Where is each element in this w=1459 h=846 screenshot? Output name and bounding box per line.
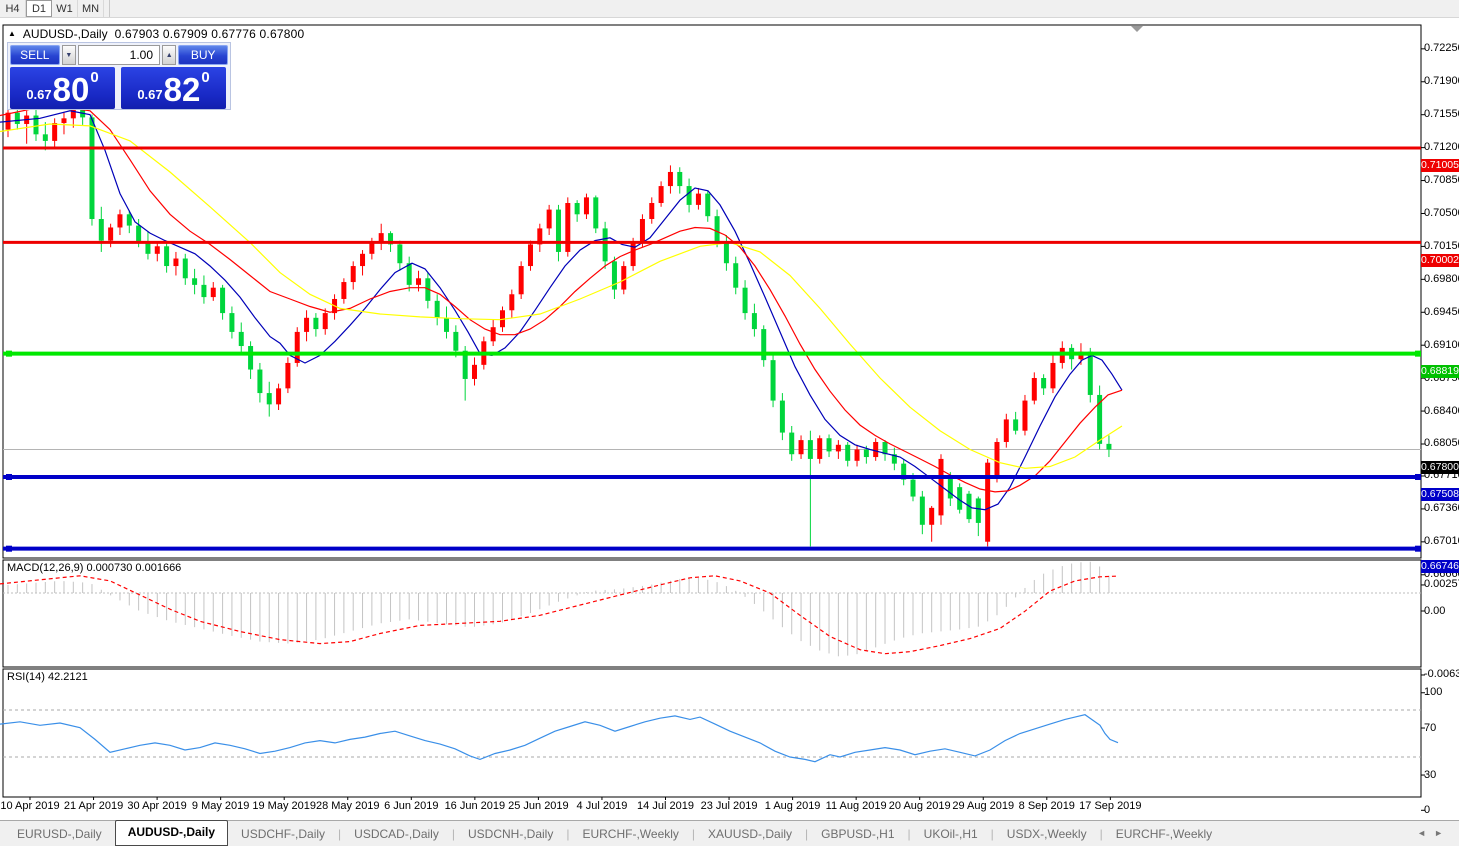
ask-price-sup: 0 <box>201 69 209 86</box>
rsi-label: RSI(14) 42.2121 <box>7 671 88 683</box>
tabs-scroll-left-icon[interactable]: ◄ <box>1417 828 1434 838</box>
date-tick-label: 11 Aug 2019 <box>826 800 887 812</box>
line-handle[interactable] <box>1415 351 1421 357</box>
bid-price-sup: 0 <box>90 69 98 86</box>
date-tick-label: 6 Jun 2019 <box>384 800 438 812</box>
timeframe-button-mn[interactable]: MN <box>78 0 104 17</box>
chart-tab[interactable]: USDCNH-,Daily <box>455 823 566 845</box>
price-level-badge[interactable]: 0.70002 <box>1421 254 1459 267</box>
date-tick-label: 4 Jul 2019 <box>577 800 628 812</box>
one-click-trading-panel: SELL ▼ ▲ BUY 0.67 80 0 0.67 82 0 <box>7 42 231 110</box>
date-tick-label: 30 Apr 2019 <box>127 800 186 812</box>
chart-tab[interactable]: EURCHF-,Weekly <box>569 823 691 845</box>
bid-price-big: 80 <box>53 73 90 106</box>
chart-tab[interactable]: UKOil-,H1 <box>911 823 991 845</box>
date-tick-label: 17 Sep 2019 <box>1079 800 1141 812</box>
volume-increase-button[interactable]: ▲ <box>162 45 176 65</box>
price-tick: 0.71900 <box>1424 75 1459 87</box>
chart-tab[interactable]: USDCAD-,Daily <box>341 823 452 845</box>
price-tick: 0.70150 <box>1424 240 1459 252</box>
rsi-tick: 70 <box>1424 722 1436 734</box>
price-tick: 0.71550 <box>1424 108 1459 120</box>
one-click-collapse-icon[interactable]: ▲ <box>8 28 16 40</box>
volume-input[interactable] <box>78 45 160 65</box>
ask-price-box[interactable]: 0.67 82 0 <box>121 67 226 109</box>
date-tick-label: 9 May 2019 <box>192 800 249 812</box>
price-level-badge[interactable]: 0.67800 <box>1421 461 1459 474</box>
chart-tabbar: EURUSD-,DailyAUDUSD-,DailyUSDCHF-,Daily|… <box>0 820 1459 846</box>
timeframe-toolbar: H4D1W1MN <box>0 0 1459 18</box>
line-handle[interactable] <box>1415 474 1421 480</box>
date-tick-label: 28 May 2019 <box>316 800 380 812</box>
ask-price-small: 0.67 <box>137 87 162 102</box>
volume-decrease-button[interactable]: ▼ <box>62 45 76 65</box>
chart-ohlc-values: 0.67903 0.67909 0.67776 0.67800 <box>115 27 305 41</box>
toolbar-separator <box>104 0 110 17</box>
date-tick-label: 23 Jul 2019 <box>701 800 758 812</box>
price-tick: 0.68400 <box>1424 405 1459 417</box>
line-handle[interactable] <box>6 351 12 357</box>
chart-tab[interactable]: USDCHF-,Daily <box>228 823 338 845</box>
timeframe-button-w1[interactable]: W1 <box>52 0 78 17</box>
chart-header: ▲ AUDUSD-,Daily 0.67903 0.67909 0.67776 … <box>8 27 304 41</box>
price-tick: 0.72250 <box>1424 42 1459 54</box>
price-tick: 0.67010 <box>1424 535 1459 547</box>
line-handle[interactable] <box>6 474 12 480</box>
chart-tab[interactable]: XAUUSD-,Daily <box>695 823 805 845</box>
price-level-badge[interactable]: 0.71005 <box>1421 159 1459 172</box>
timeframe-button-h4[interactable]: H4 <box>0 0 26 17</box>
chart-symbol-label: AUDUSD-,Daily <box>23 27 108 41</box>
price-chart-canvas[interactable] <box>0 18 1459 818</box>
price-tick: 0.69450 <box>1424 306 1459 318</box>
price-tick: 0.68050 <box>1424 437 1459 449</box>
price-tick: 0.67360 <box>1424 502 1459 514</box>
macd-tick: 0.002574 <box>1424 578 1459 590</box>
price-tick: 0.70500 <box>1424 207 1459 219</box>
chart-tab[interactable]: AUDUSD-,Daily <box>115 820 228 846</box>
line-handle[interactable] <box>6 546 12 552</box>
date-tick-label: 14 Jul 2019 <box>637 800 694 812</box>
date-tick-label: 21 Apr 2019 <box>64 800 123 812</box>
rsi-tick: 30 <box>1424 769 1436 781</box>
ask-price-big: 82 <box>164 73 201 106</box>
date-tick-label: 25 Jun 2019 <box>508 800 569 812</box>
sell-button[interactable]: SELL <box>10 45 60 65</box>
price-tick: 0.70850 <box>1424 174 1459 186</box>
price-tick: 0.69100 <box>1424 339 1459 351</box>
macd-tick: -0.00632 <box>1424 668 1459 680</box>
chart-tab[interactable]: GBPUSD-,H1 <box>808 823 907 845</box>
date-tick-label: 16 Jun 2019 <box>445 800 506 812</box>
date-tick-label: 19 May 2019 <box>252 800 316 812</box>
date-tick-label: 1 Aug 2019 <box>765 800 821 812</box>
rsi-tick: 0 <box>1424 804 1430 816</box>
macd-label: MACD(12,26,9) 0.000730 0.001666 <box>7 562 181 574</box>
bid-price-small: 0.67 <box>26 87 51 102</box>
panel-frame <box>3 669 1421 797</box>
bid-price-box[interactable]: 0.67 80 0 <box>10 67 115 109</box>
date-tick-label: 10 Apr 2019 <box>0 800 59 812</box>
buy-button[interactable]: BUY <box>178 45 228 65</box>
chart-tab[interactable]: EURUSD-,Daily <box>4 823 115 845</box>
tabs-scroll-right-icon[interactable]: ► <box>1434 828 1451 838</box>
price-level-badge[interactable]: 0.67508 <box>1421 488 1459 501</box>
timeframe-buttons: H4D1W1MN <box>0 0 104 17</box>
chart-tab[interactable]: EURCHF-,Weekly <box>1103 823 1225 845</box>
date-tick-label: 8 Sep 2019 <box>1019 800 1075 812</box>
price-level-badge[interactable]: 0.66746 <box>1421 560 1459 573</box>
price-tick: 0.71200 <box>1424 141 1459 153</box>
rsi-tick: 100 <box>1424 686 1442 698</box>
date-tick-label: 29 Aug 2019 <box>952 800 1014 812</box>
price-level-badge[interactable]: 0.68819 <box>1421 365 1459 378</box>
price-tick: 0.69800 <box>1424 273 1459 285</box>
macd-tick: 0.00 <box>1424 605 1445 617</box>
chart-tab[interactable]: USDX-,Weekly <box>994 823 1100 845</box>
date-tick-label: 20 Aug 2019 <box>889 800 951 812</box>
chart-tabs: EURUSD-,DailyAUDUSD-,DailyUSDCHF-,Daily|… <box>0 822 1225 846</box>
line-handle[interactable] <box>1415 546 1421 552</box>
timeframe-button-d1[interactable]: D1 <box>26 0 52 17</box>
